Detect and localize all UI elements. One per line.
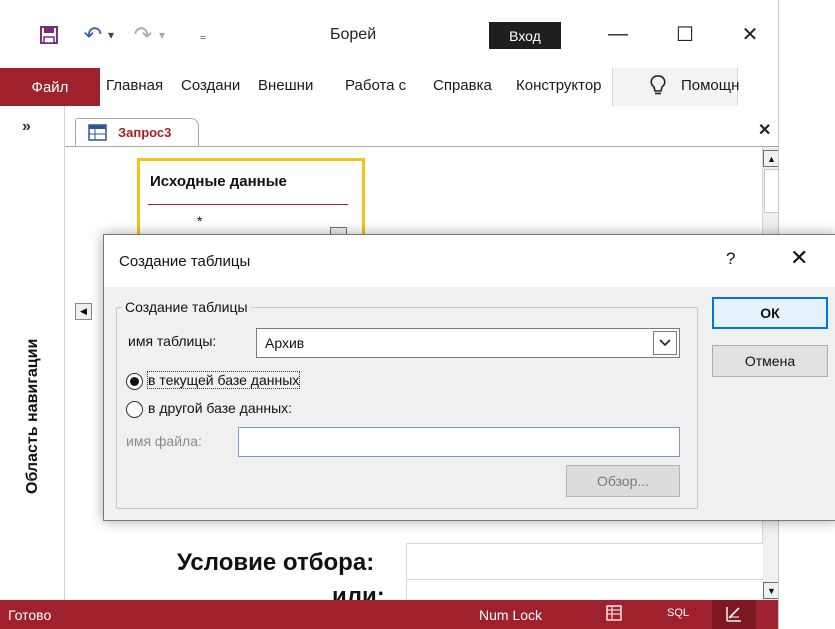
- dialog-title-bar: Создание таблицы ? ✕: [104, 235, 835, 287]
- nav-pane-label[interactable]: Область навигации: [24, 339, 42, 494]
- groupbox-label: Создание таблицы: [122, 299, 251, 315]
- table-name-label: имя таблицы:: [128, 333, 217, 349]
- ribbon-tabs: Главная Создани Внешни Работа с Справка …: [100, 68, 778, 106]
- document-tab-label: Запрос3: [118, 125, 172, 140]
- field-list-item[interactable]: *: [197, 213, 202, 229]
- criteria-cell[interactable]: [406, 543, 763, 580]
- criteria-row-label: Условие отбора:: [177, 549, 375, 576]
- ok-button[interactable]: ОК: [712, 297, 828, 329]
- scroll-left-icon[interactable]: ◀: [75, 303, 92, 320]
- app-title: Борей: [330, 26, 377, 43]
- table-name-value: Архив: [265, 335, 305, 351]
- navigation-pane: » Область навигации: [0, 106, 65, 600]
- status-bar: Готово Num Lock SQL: [0, 600, 778, 629]
- make-table-dialog: Создание таблицы ? ✕ Создание таблицы им…: [103, 234, 835, 521]
- tab-external-data[interactable]: Внешни: [258, 77, 313, 94]
- dialog-close-button[interactable]: ✕: [790, 245, 808, 271]
- file-name-label: имя файла:: [126, 433, 202, 449]
- browse-button[interactable]: Обзор...: [566, 465, 680, 497]
- datasheet-view-icon[interactable]: [606, 605, 622, 624]
- tab-help[interactable]: Справка: [433, 77, 492, 94]
- nav-pane-toggle-button[interactable]: »: [22, 118, 31, 136]
- sql-view-button[interactable]: SQL: [667, 607, 689, 619]
- tab-database-tools[interactable]: Работа с: [345, 77, 406, 94]
- lightbulb-icon[interactable]: [650, 74, 666, 100]
- design-view-icon[interactable]: [712, 600, 756, 629]
- ribbon: Файл Главная Создани Внешни Работа с Спр…: [0, 68, 778, 106]
- minimize-button[interactable]: —: [595, 18, 641, 50]
- num-lock-indicator: Num Lock: [479, 607, 543, 623]
- tell-me-box[interactable]: Помощн: [681, 77, 739, 94]
- query-icon: [88, 124, 108, 147]
- title-bar: ↶ ▾ ↷ ▾ ₌ Борей Вход — ☐ ✕: [0, 0, 778, 68]
- cancel-button[interactable]: Отмена: [712, 345, 828, 377]
- radio-current-database[interactable]: [126, 373, 143, 390]
- close-document-button[interactable]: ✕: [758, 120, 771, 140]
- maximize-button[interactable]: ☐: [662, 18, 708, 50]
- status-ready: Готово: [8, 607, 52, 623]
- undo-dropdown-icon[interactable]: ▾: [104, 23, 118, 47]
- tab-home[interactable]: Главная: [106, 77, 163, 94]
- scrollbar-thumb[interactable]: [764, 169, 778, 213]
- undo-icon[interactable]: ↶: [80, 22, 106, 47]
- document-tab[interactable]: Запрос3: [75, 118, 199, 147]
- tab-file[interactable]: Файл: [0, 68, 100, 106]
- sign-in-button[interactable]: Вход: [489, 22, 561, 49]
- radio-other-database-label[interactable]: в другой базе данных:: [148, 400, 292, 416]
- scroll-down-icon[interactable]: ▼: [763, 582, 778, 599]
- radio-current-database-label[interactable]: в текущей базе данных: [146, 371, 301, 389]
- tab-create[interactable]: Создани: [181, 77, 240, 94]
- tab-design[interactable]: Конструктор: [516, 77, 602, 94]
- close-button[interactable]: ✕: [727, 18, 773, 50]
- save-icon[interactable]: [34, 23, 64, 47]
- customize-qat-icon[interactable]: ₌: [196, 23, 210, 47]
- redo-icon[interactable]: ↷: [130, 22, 156, 47]
- dialog-help-button[interactable]: ?: [726, 249, 735, 269]
- dialog-title: Создание таблицы: [119, 253, 251, 270]
- table-name-combo[interactable]: Архив: [256, 328, 680, 358]
- redo-dropdown-icon[interactable]: ▾: [155, 23, 169, 47]
- source-table-title: Исходные данные: [150, 173, 287, 190]
- file-name-input[interactable]: [238, 427, 680, 457]
- table-title-divider: [148, 204, 348, 205]
- radio-other-database[interactable]: [126, 401, 143, 418]
- chevron-down-icon[interactable]: [653, 331, 677, 355]
- scroll-up-icon[interactable]: ▲: [763, 150, 778, 167]
